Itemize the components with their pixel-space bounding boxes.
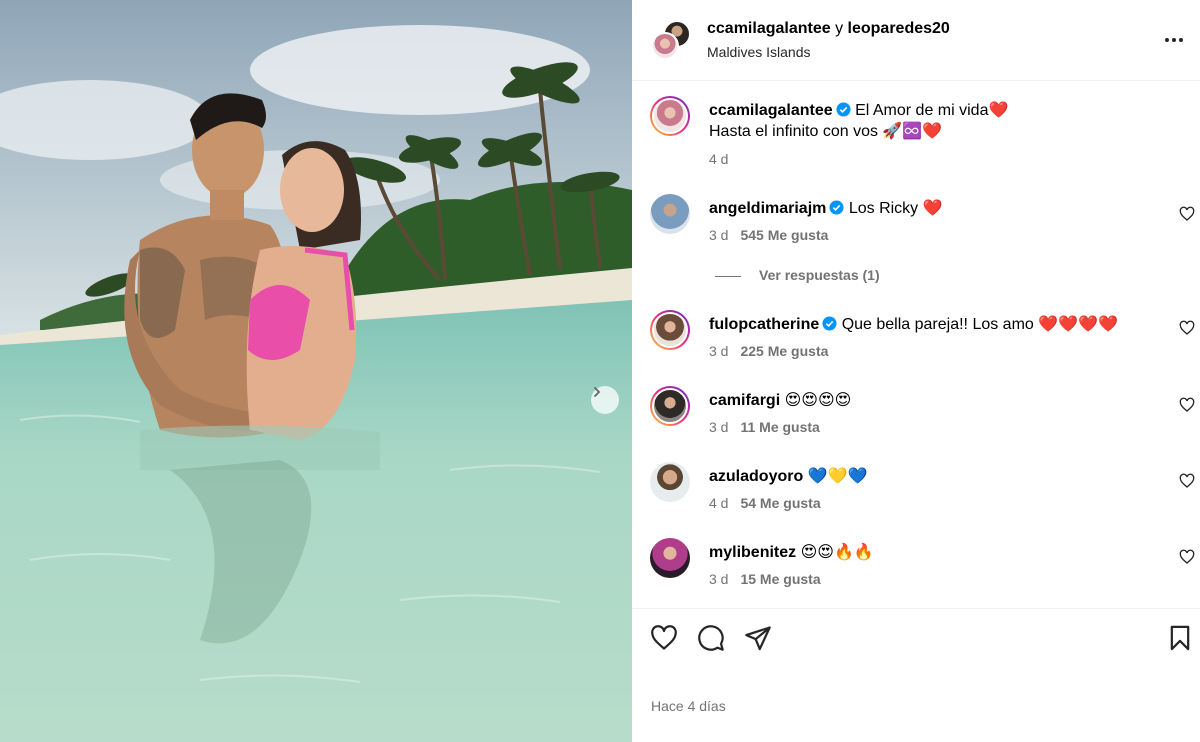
comment-text: angeldimariajm Los Ricky ❤️ (709, 198, 943, 219)
avatar[interactable] (650, 194, 690, 234)
comment-likes[interactable]: 225 Me gusta (740, 343, 828, 359)
author-conjunction: y (835, 20, 844, 37)
caption-time: 4 d (709, 151, 729, 167)
comment-meta: 3 d 225 Me gusta (709, 343, 828, 359)
share-send-icon[interactable] (744, 624, 772, 652)
comment-body: 😍😍😍😍 (784, 392, 852, 409)
author-username[interactable]: leoparedes20 (848, 20, 950, 37)
avatar[interactable] (651, 32, 679, 60)
next-photo-button[interactable] (591, 386, 619, 414)
view-replies-button[interactable]: Ver respuestas (1) (715, 267, 880, 283)
avatar[interactable] (650, 96, 690, 136)
comment-body: 💙💛💙 (807, 468, 868, 485)
avatar[interactable] (650, 310, 690, 350)
comment-body: 😍😍🔥🔥 (800, 544, 874, 561)
location-link[interactable]: Maldives Islands (707, 44, 811, 60)
comment-meta: 3 d 11 Me gusta (709, 419, 820, 435)
chevron-right-icon (594, 387, 601, 397)
verified-badge-icon (829, 200, 844, 215)
comment-username[interactable]: camifargi (709, 392, 780, 409)
like-comment-heart-icon[interactable] (1179, 473, 1195, 489)
comment-username[interactable]: azuladoyoro (709, 468, 803, 485)
caption-text: ccamilagalantee El Amor de mi vida❤️ Has… (709, 100, 1008, 142)
dot-icon (1165, 38, 1169, 42)
comment-meta: 3 d 545 Me gusta (709, 227, 828, 243)
avatar[interactable] (650, 386, 690, 426)
caption-line: Hasta el infinito con vos 🚀♾️❤️ (709, 123, 943, 140)
verified-badge-icon (836, 102, 851, 117)
like-comment-heart-icon[interactable] (1179, 549, 1195, 565)
dot-icon (1172, 38, 1176, 42)
avatar[interactable] (650, 462, 690, 502)
comment-meta: 4 d 54 Me gusta (709, 495, 821, 511)
post-header: ccamilagalantee y leoparedes20 Maldives … (632, 0, 1200, 81)
post-photo[interactable] (0, 0, 632, 742)
comment-body: Que bella pareja!! Los amo ❤️❤️❤️❤️ (841, 316, 1118, 333)
comment-meta: 3 d 15 Me gusta (709, 571, 821, 587)
like-comment-heart-icon[interactable] (1179, 397, 1195, 413)
collab-avatars[interactable] (649, 18, 693, 62)
comment-time: 3 d (709, 571, 729, 587)
comment-username[interactable]: angeldimariajm (709, 200, 826, 217)
save-bookmark-icon[interactable] (1166, 624, 1194, 652)
verified-badge-icon (822, 316, 837, 331)
comment-username[interactable]: mylibenitez (709, 544, 796, 561)
comment-text: camifargi 😍😍😍😍 (709, 390, 851, 411)
actions-divider (632, 608, 1200, 609)
comment-username[interactable]: fulopcatherine (709, 316, 819, 333)
comment-time: 3 d (709, 227, 729, 243)
caption-line: El Amor de mi vida❤️ (855, 102, 1009, 119)
author-username[interactable]: ccamilagalantee (707, 20, 831, 37)
post-authors: ccamilagalantee y leoparedes20 (707, 20, 950, 38)
caption-username[interactable]: ccamilagalantee (709, 102, 833, 119)
comment-likes[interactable]: 545 Me gusta (740, 227, 828, 243)
like-comment-heart-icon[interactable] (1179, 206, 1195, 222)
comment-text: fulopcatherine Que bella pareja!! Los am… (709, 314, 1118, 335)
avatar[interactable] (650, 538, 690, 578)
comment-body: Los Ricky ❤️ (848, 200, 943, 217)
comment-time: 4 d (709, 495, 729, 511)
post-time-ago: Hace 4 días (651, 698, 726, 714)
more-options-button[interactable] (1162, 30, 1186, 50)
comment-time: 3 d (709, 343, 729, 359)
view-replies-label: Ver respuestas (1) (759, 267, 880, 283)
comment-likes[interactable]: 54 Me gusta (740, 495, 820, 511)
comment-bubble-icon[interactable] (697, 624, 725, 652)
comment-likes[interactable]: 11 Me gusta (740, 419, 819, 435)
post-side-panel: ccamilagalantee y leoparedes20 Maldives … (632, 0, 1200, 742)
comment-text: azuladoyoro 💙💛💙 (709, 466, 867, 487)
like-heart-icon[interactable] (650, 624, 678, 652)
dot-icon (1179, 38, 1183, 42)
beach-photo (0, 0, 632, 742)
comment-time: 3 d (709, 419, 729, 435)
replies-divider (715, 275, 741, 277)
comment-text: mylibenitez 😍😍🔥🔥 (709, 542, 874, 563)
like-comment-heart-icon[interactable] (1179, 320, 1195, 336)
comment-likes[interactable]: 15 Me gusta (740, 571, 820, 587)
